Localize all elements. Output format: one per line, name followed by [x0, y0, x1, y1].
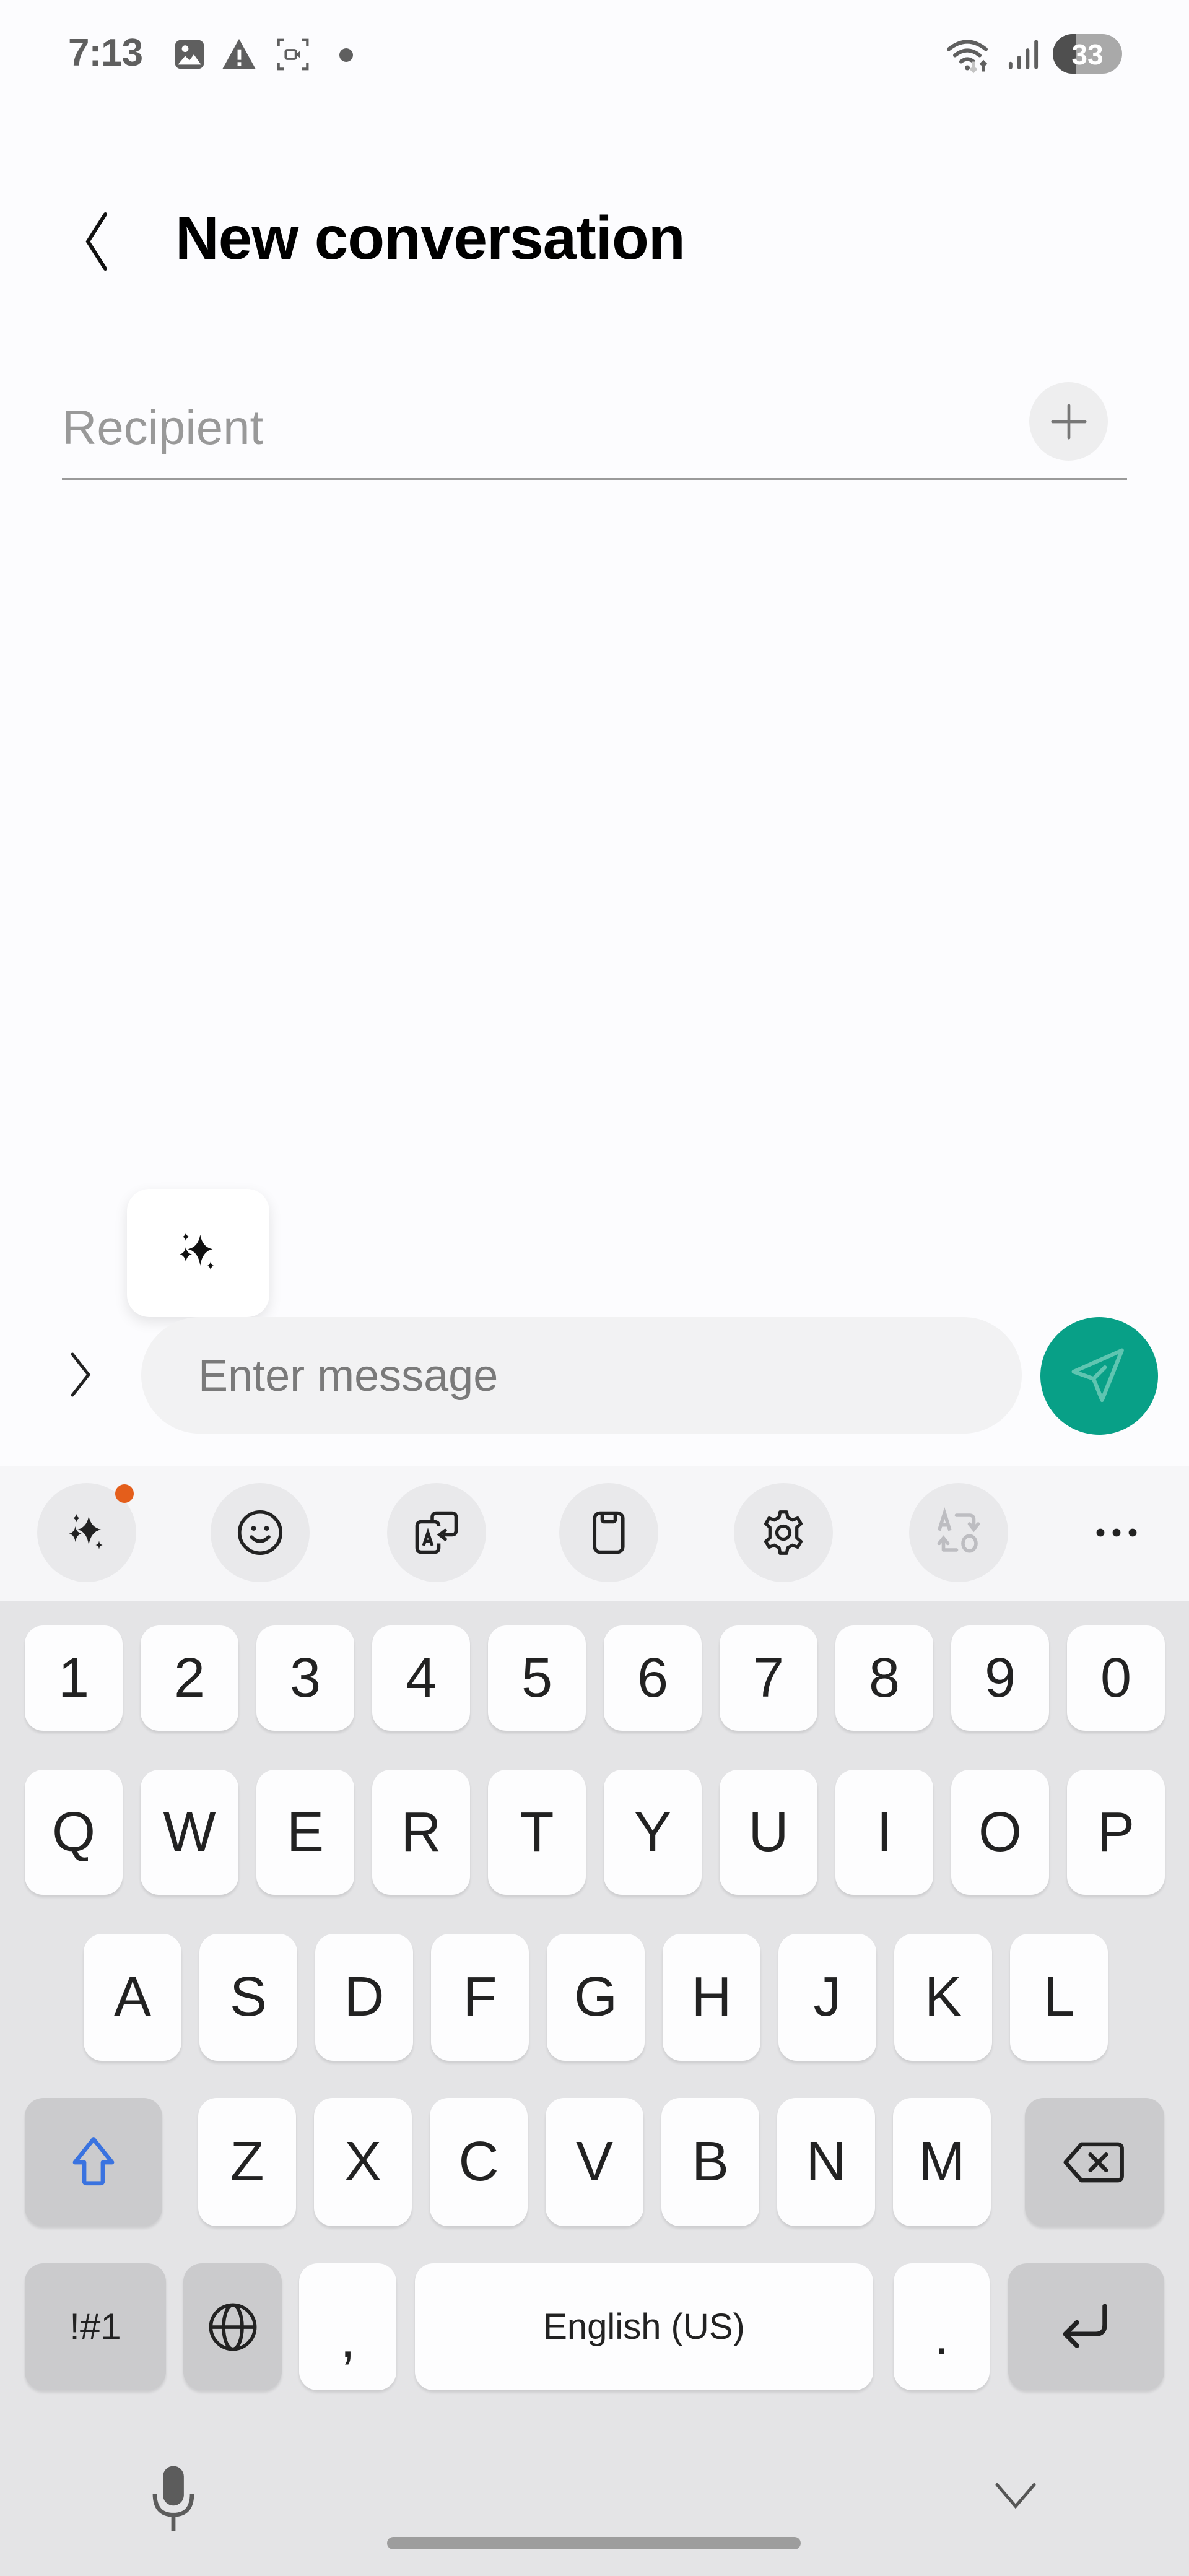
key-e[interactable]: E: [256, 1770, 354, 1895]
screen-recorder-icon: [277, 38, 309, 71]
status-time: 7:13: [68, 32, 143, 74]
translate-icon: [415, 1511, 458, 1554]
battery-level: 33: [1071, 38, 1104, 71]
send-icon: [1071, 1348, 1124, 1403]
plus-icon: [1050, 403, 1087, 440]
backspace-key[interactable]: [1025, 2098, 1164, 2226]
key-q[interactable]: Q: [25, 1770, 123, 1895]
clipboard-button[interactable]: [559, 1483, 658, 1582]
sparkles-icon: [69, 1514, 103, 1549]
key-1[interactable]: 1: [25, 1625, 123, 1731]
language-key[interactable]: [183, 2263, 282, 2390]
key-t[interactable]: T: [488, 1770, 586, 1895]
wifi-icon: [947, 40, 988, 74]
key-n[interactable]: N: [777, 2098, 875, 2226]
keyboard: [0, 1601, 1189, 2576]
signal-icon: [1008, 40, 1039, 69]
keyboard-settings-button[interactable]: [734, 1483, 833, 1582]
gear-icon: [764, 1510, 803, 1555]
key-c[interactable]: C: [430, 2098, 528, 2226]
globe-icon: [209, 2303, 256, 2351]
ai-suggest-button[interactable]: [127, 1189, 269, 1317]
key-5[interactable]: 5: [488, 1625, 586, 1731]
space-key[interactable]: English (US): [415, 2263, 873, 2390]
key-f[interactable]: F: [431, 1934, 529, 2061]
key-s[interactable]: S: [199, 1934, 297, 2061]
sparkles-icon: [180, 1232, 214, 1270]
enter-icon: [1063, 2304, 1107, 2348]
shift-key[interactable]: [25, 2098, 162, 2226]
shift-icon: [72, 2136, 115, 2185]
key-h[interactable]: H: [663, 1934, 760, 2061]
key-p[interactable]: P: [1067, 1770, 1165, 1895]
chevron-right-icon: [71, 1352, 91, 1397]
back-button[interactable]: [68, 204, 130, 279]
expand-options-button[interactable]: [59, 1338, 102, 1412]
battery-indicator: 33: [1053, 34, 1122, 74]
key-u[interactable]: U: [720, 1770, 817, 1895]
key-0[interactable]: 0: [1067, 1625, 1165, 1731]
key-y[interactable]: Y: [604, 1770, 702, 1895]
key-3[interactable]: 3: [256, 1625, 354, 1731]
key-j[interactable]: J: [778, 1934, 876, 2061]
emoji-button[interactable]: [211, 1483, 310, 1582]
comma-key[interactable]: ,: [299, 2263, 396, 2390]
enter-key[interactable]: [1008, 2263, 1164, 2390]
key-l[interactable]: L: [1010, 1934, 1108, 2061]
smiley-icon: [237, 1510, 283, 1556]
new-badge-dot: [115, 1484, 134, 1503]
key-v[interactable]: V: [546, 2098, 643, 2226]
key-9[interactable]: 9: [951, 1625, 1049, 1731]
send-button[interactable]: [1040, 1317, 1158, 1435]
period-key[interactable]: .: [894, 2263, 990, 2390]
home-indicator[interactable]: [387, 2537, 801, 2549]
key-8[interactable]: 8: [835, 1625, 933, 1731]
backspace-icon: [1063, 2142, 1124, 2182]
recipient-field[interactable]: [62, 384, 1127, 480]
text-convert-button[interactable]: [909, 1483, 1008, 1582]
clipboard-icon: [593, 1511, 625, 1554]
key-o[interactable]: O: [951, 1770, 1049, 1895]
hide-keyboard-button[interactable]: [985, 2471, 1047, 2520]
key-z[interactable]: Z: [198, 2098, 296, 2226]
chevron-left-icon: [85, 212, 107, 271]
voice-input-button[interactable]: [139, 2452, 207, 2545]
key-b[interactable]: B: [661, 2098, 759, 2226]
recipient-input[interactable]: [62, 396, 991, 458]
message-field[interactable]: [141, 1317, 1022, 1434]
key-m[interactable]: M: [893, 2098, 991, 2226]
text-convert-icon: [937, 1507, 980, 1553]
key-d[interactable]: D: [315, 1934, 413, 2061]
page-title: New conversation: [175, 204, 686, 272]
translate-button[interactable]: [387, 1483, 486, 1582]
key-2[interactable]: 2: [141, 1625, 238, 1731]
symbols-key[interactable]: !#1: [25, 2263, 166, 2390]
chevron-down-icon: [995, 2483, 1036, 2509]
key-4[interactable]: 4: [372, 1625, 470, 1731]
key-r[interactable]: R: [372, 1770, 470, 1895]
warning-icon: [222, 38, 256, 69]
key-7[interactable]: 7: [720, 1625, 817, 1731]
key-g[interactable]: G: [547, 1934, 645, 2061]
notification-dot-icon: [339, 48, 353, 62]
more-horizontal-icon: [1096, 1528, 1137, 1537]
add-recipient-button[interactable]: [1029, 382, 1108, 461]
key-6[interactable]: 6: [604, 1625, 702, 1731]
key-a[interactable]: A: [84, 1934, 181, 2061]
more-options-button[interactable]: [1067, 1483, 1166, 1582]
message-input[interactable]: [198, 1342, 972, 1410]
key-w[interactable]: W: [141, 1770, 238, 1895]
gallery-icon: [175, 40, 204, 69]
microphone-icon: [152, 2466, 194, 2531]
key-i[interactable]: I: [835, 1770, 933, 1895]
key-k[interactable]: K: [894, 1934, 992, 2061]
key-x[interactable]: X: [314, 2098, 412, 2226]
